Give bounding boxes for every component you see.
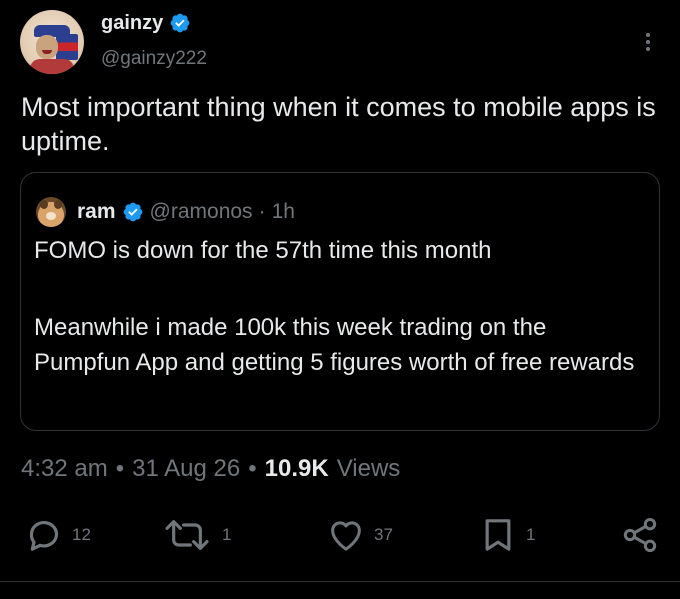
quoted-tweet-card[interactable]: ram @ramonos · 1h [20,172,660,431]
tweet-text: Most important thing when it comes to mo… [21,92,656,156]
meta-separator: • [248,455,257,482]
views-count[interactable]: 10.9K [265,455,329,483]
bottom-divider [0,581,680,582]
verified-badge-icon [169,12,191,34]
bookmark-icon [478,515,518,555]
reply-button[interactable]: 12 [24,515,91,555]
reply-icon [24,515,64,555]
tweet-time[interactable]: 4:32 am [21,455,108,483]
share-icon [620,515,660,555]
verified-badge-icon [122,201,144,223]
bookmark-count: 1 [526,525,536,544]
tweet-date[interactable]: 31 Aug 26 [132,455,240,483]
repost-icon [160,515,214,555]
author-handle[interactable]: @gainzy222 [101,48,207,70]
reply-count: 12 [72,525,91,544]
meta-separator: • [115,455,125,482]
quoted-author-avatar [36,197,66,227]
share-button[interactable] [620,515,660,555]
action-bar: 12 1 37 1 [0,515,680,555]
quoted-timestamp: 1h [271,200,295,223]
repost-button[interactable]: 1 [160,515,231,555]
views-label: Views [336,455,401,482]
author-avatar[interactable] [20,10,84,74]
quoted-separator-dot: · [258,200,266,223]
bookmark-button[interactable]: 1 [478,515,535,555]
author-name-row: gainzy [101,9,191,37]
quoted-author-name: ram [77,200,116,223]
heart-icon [326,515,366,555]
like-button[interactable]: 37 [326,515,393,555]
repost-count: 1 [222,525,232,544]
tweet-meta: 4:32 am • 31 Aug 26 • 10.9K Views [21,452,400,486]
like-count: 37 [374,525,393,544]
quoted-tweet-header: ram @ramonos · 1h [77,197,295,227]
more-vertical-icon[interactable] [636,28,660,56]
author-display-name[interactable]: gainzy [101,12,163,35]
quoted-text-line-1: FOMO is down for the 57th time this mont… [34,237,492,264]
quoted-text-line-2: Meanwhile i made 100k this week trading … [34,314,635,376]
quoted-author-handle: @ramonos [149,200,253,223]
